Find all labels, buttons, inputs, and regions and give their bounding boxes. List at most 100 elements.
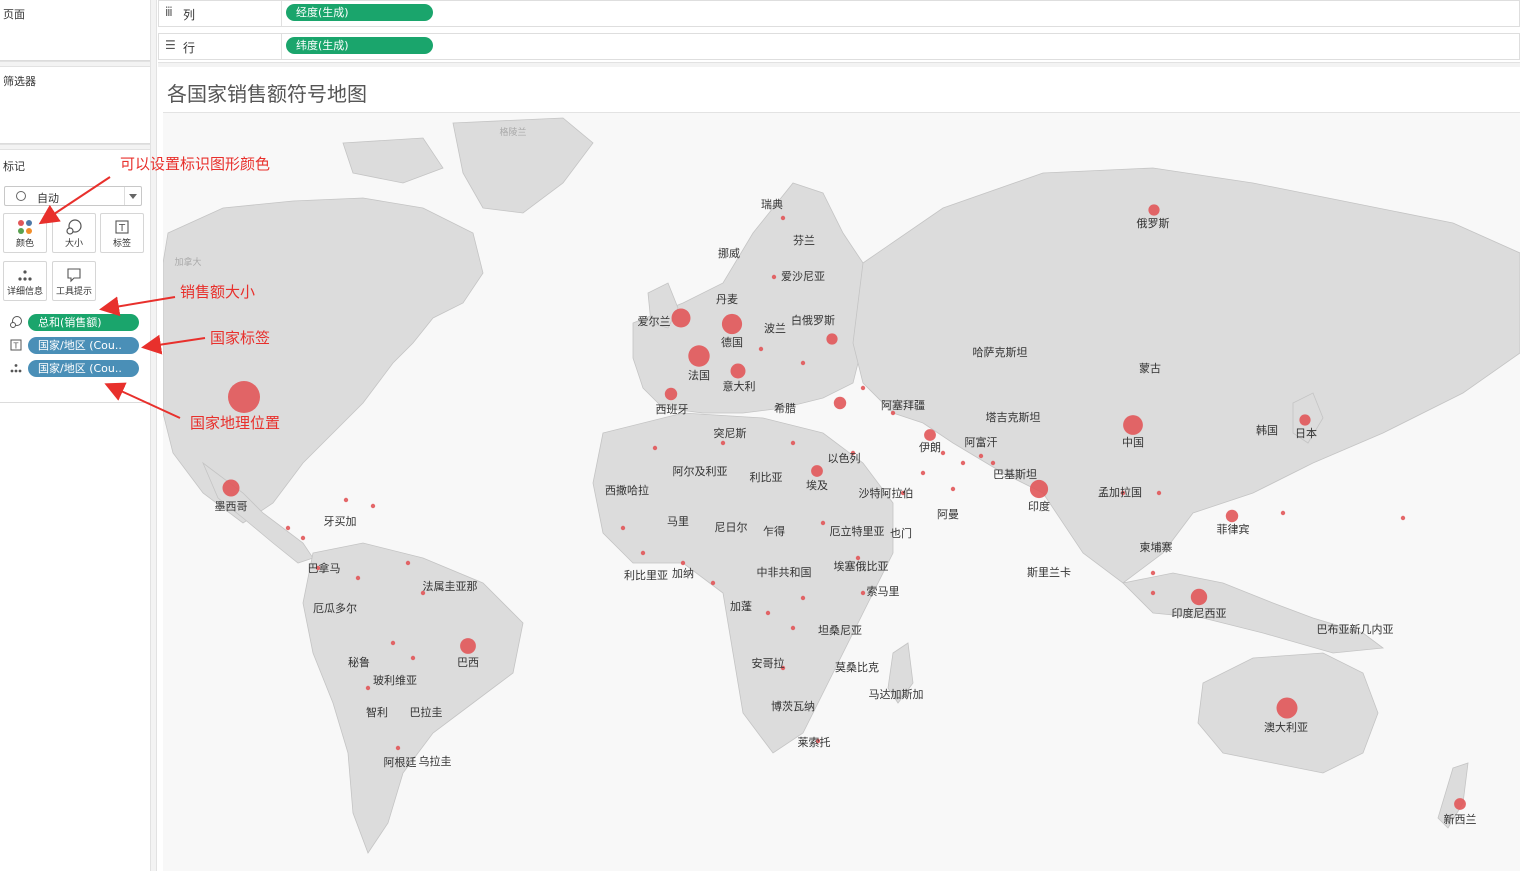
- pages-title: 页面: [3, 8, 25, 21]
- country-label: 中国: [1122, 436, 1144, 449]
- country-mark[interactable]: [833, 396, 847, 410]
- country-mark[interactable]: [771, 274, 777, 280]
- columns-shelf[interactable]: ⅲ 列 经度(生成): [158, 0, 1520, 27]
- longitude-pill[interactable]: 经度(生成): [286, 4, 433, 21]
- country-mark[interactable]: [1400, 515, 1406, 521]
- country-mark[interactable]: [978, 453, 984, 459]
- country-mark[interactable]: [1150, 590, 1156, 596]
- country-mark[interactable]: [405, 560, 411, 566]
- country-mark[interactable]: [860, 385, 866, 391]
- label-icon: T: [101, 218, 143, 236]
- country-mark[interactable]: [1454, 798, 1466, 810]
- country-label: 西撒哈拉: [605, 483, 649, 497]
- country-mark[interactable]: [1150, 570, 1156, 576]
- mark-type-dropdown[interactable]: 自动: [4, 186, 142, 206]
- country-label-pill[interactable]: 国家/地区 (Cou..: [28, 337, 139, 354]
- country-mark[interactable]: [1299, 414, 1311, 426]
- country-label: 塔吉克斯坦: [986, 410, 1041, 424]
- country-mark[interactable]: [1123, 415, 1143, 435]
- country-label: 韩国: [1256, 423, 1278, 437]
- country-label: 阿富汗: [965, 435, 998, 449]
- country-mark[interactable]: [285, 525, 291, 531]
- country-detail-pill[interactable]: 国家/地区 (Cou..: [28, 360, 139, 377]
- label-button[interactable]: T 标签: [100, 213, 144, 253]
- country-mark[interactable]: [652, 445, 658, 451]
- country-mark[interactable]: [1225, 509, 1239, 523]
- country-mark[interactable]: [640, 550, 646, 556]
- pages-card[interactable]: 页面: [0, 0, 150, 61]
- country-mark[interactable]: [1029, 479, 1049, 499]
- region-label: 格陵兰: [499, 126, 526, 138]
- country-mark[interactable]: [671, 308, 691, 328]
- country-label: 白俄罗斯: [791, 313, 835, 327]
- country-mark[interactable]: [920, 470, 926, 476]
- sales-sum-pill[interactable]: 总和(销售额): [28, 314, 139, 331]
- country-mark[interactable]: [222, 479, 240, 497]
- country-mark[interactable]: [826, 333, 838, 345]
- country-mark[interactable]: [790, 440, 796, 446]
- country-mark[interactable]: [990, 460, 996, 466]
- tooltip-button[interactable]: 工具提示: [52, 261, 96, 301]
- chevron-down-icon[interactable]: [124, 187, 141, 205]
- country-mark[interactable]: [1190, 588, 1208, 606]
- country-mark[interactable]: [410, 655, 416, 661]
- country-label: 突尼斯: [714, 426, 747, 440]
- country-mark[interactable]: [664, 387, 678, 401]
- country-label: 莱索托: [798, 735, 831, 749]
- country-mark[interactable]: [960, 460, 966, 466]
- size-icon: [53, 218, 95, 236]
- country-mark[interactable]: [790, 625, 796, 631]
- rows-shelf[interactable]: ☰ 行 纬度(生成): [158, 33, 1520, 60]
- country-mark[interactable]: [228, 381, 260, 413]
- country-label: 牙买加: [324, 515, 357, 528]
- detail-button[interactable]: 详细信息: [3, 261, 47, 301]
- country-mark[interactable]: [343, 497, 349, 503]
- country-mark[interactable]: [860, 590, 866, 596]
- country-mark[interactable]: [758, 346, 764, 352]
- map-canvas[interactable]: 瑞典芬兰挪威爱沙尼亚丹麦 俄罗斯爱尔兰德国 波兰白俄罗斯法国意大利西班牙 希腊 哈萨克斯…: [163, 113, 1520, 871]
- country-mark[interactable]: [710, 580, 716, 586]
- country-mark[interactable]: [800, 360, 806, 366]
- country-mark[interactable]: [800, 595, 806, 601]
- country-mark[interactable]: [300, 535, 306, 541]
- country-mark[interactable]: [1148, 204, 1160, 216]
- symbol-map[interactable]: 瑞典 芬兰 挪威 爱沙尼亚 丹麦 俄罗斯 爱尔兰 德国 波兰 白俄罗斯 法国 意大利 西班牙 希腊 哈萨克斯…: [163, 113, 1520, 871]
- detail-icon: [4, 266, 46, 284]
- country-label: 阿曼: [937, 508, 959, 521]
- country-mark[interactable]: [365, 685, 371, 691]
- country-mark[interactable]: [820, 520, 826, 526]
- country-label: 巴基斯坦: [993, 467, 1037, 481]
- country-mark[interactable]: [680, 560, 686, 566]
- country-mark[interactable]: [720, 440, 726, 446]
- country-mark[interactable]: [370, 503, 376, 509]
- country-mark[interactable]: [390, 640, 396, 646]
- label-button-label: 标签: [112, 239, 131, 249]
- country-mark[interactable]: [780, 215, 786, 221]
- country-mark[interactable]: [460, 638, 476, 654]
- country-mark[interactable]: [950, 486, 956, 492]
- country-mark[interactable]: [730, 363, 746, 379]
- country-mark[interactable]: [355, 575, 361, 581]
- country-mark[interactable]: [620, 525, 626, 531]
- size-button[interactable]: 大小: [52, 213, 96, 253]
- latitude-pill[interactable]: 纬度(生成): [286, 37, 433, 54]
- country-mark[interactable]: [811, 465, 823, 477]
- country-mark[interactable]: [688, 345, 710, 367]
- country-mark[interactable]: [1156, 490, 1162, 496]
- country-mark[interactable]: [1280, 510, 1286, 516]
- country-label: 马里: [667, 515, 689, 528]
- size-icon: [9, 315, 23, 329]
- country-mark[interactable]: [1276, 697, 1298, 719]
- country-label: 西班牙: [656, 403, 689, 416]
- color-button[interactable]: 颜色: [3, 213, 47, 253]
- country-label: 俄罗斯: [1137, 217, 1170, 230]
- country-mark[interactable]: [395, 745, 401, 751]
- country-mark[interactable]: [940, 450, 946, 456]
- country-label: 巴拉圭: [410, 705, 443, 719]
- country-mark[interactable]: [924, 429, 936, 441]
- size-button-label: 大小: [64, 239, 83, 249]
- country-mark[interactable]: [765, 610, 771, 616]
- country-mark[interactable]: [721, 313, 743, 335]
- filters-card[interactable]: 筛选器: [0, 67, 150, 144]
- sidebar-splitter[interactable]: [150, 0, 157, 871]
